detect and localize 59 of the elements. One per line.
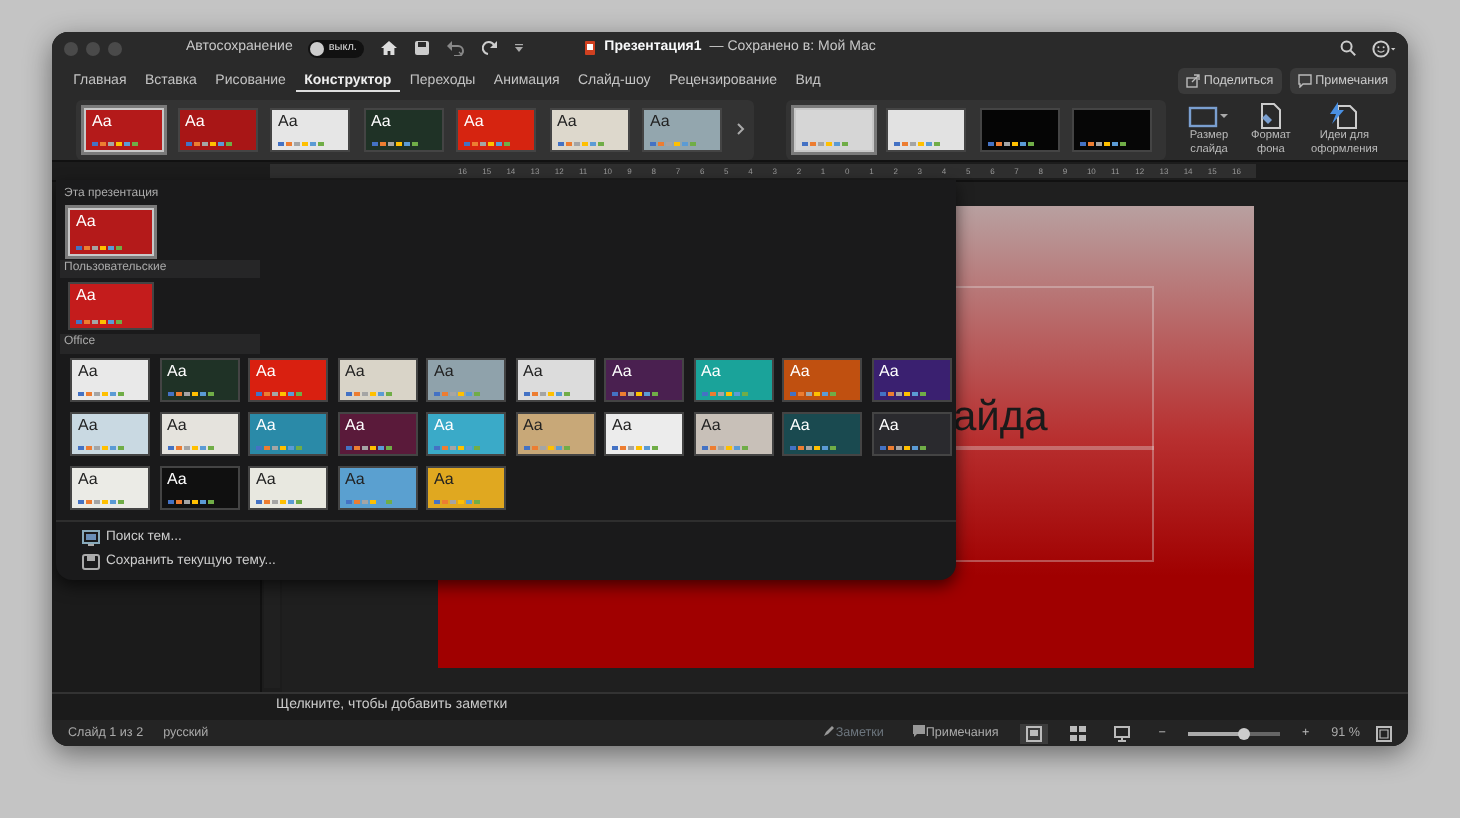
theme-thumbnail[interactable]: Aa: [270, 107, 350, 151]
theme-thumbnail[interactable]: Aa: [693, 411, 773, 456]
caret-icon[interactable]: [514, 43, 525, 53]
theme-thumbnail[interactable]: Aa: [68, 282, 154, 331]
theme-thumbnail[interactable]: Aa: [782, 357, 862, 402]
slide-size-icon: [1187, 102, 1231, 131]
theme-thumbnail[interactable]: Aa: [84, 107, 164, 151]
theme-thumbnail[interactable]: Aa: [159, 411, 239, 456]
smiley-icon[interactable]: [1372, 39, 1396, 57]
redo-icon[interactable]: [482, 40, 499, 56]
undo-icon[interactable]: [446, 40, 467, 56]
browse-themes-icon: [82, 529, 100, 546]
format-background-icon: [1256, 102, 1285, 131]
theme-thumbnail[interactable]: Aa: [871, 411, 951, 456]
home-icon[interactable]: [380, 40, 399, 56]
theme-thumbnail[interactable]: Aa: [871, 357, 951, 402]
theme-thumbnail[interactable]: Aa: [68, 208, 154, 257]
theme-thumbnail[interactable]: Aa: [70, 411, 150, 456]
comment-icon: [1297, 74, 1312, 88]
theme-thumbnail[interactable]: Aa: [337, 357, 417, 402]
theme-thumbnail[interactable]: Aa: [248, 357, 328, 402]
view-button[interactable]: [1020, 723, 1049, 743]
theme-thumbnail[interactable]: Aa: [604, 411, 684, 456]
theme-thumbnail[interactable]: Aa: [426, 357, 506, 402]
normal-view-icon: [1026, 725, 1043, 741]
save-icon: [82, 553, 100, 570]
grid-view-icon: [1070, 725, 1087, 741]
theme-thumbnail[interactable]: Aa: [177, 107, 257, 151]
theme-thumbnail[interactable]: Aa: [248, 465, 328, 510]
theme-thumbnail[interactable]: Aa: [248, 411, 328, 456]
lightning-document-icon: [1328, 102, 1361, 131]
theme-thumbnail[interactable]: Aa: [604, 357, 684, 402]
slide-title: айда: [953, 396, 1048, 438]
theme-thumbnail[interactable]: Aa: [426, 465, 506, 510]
presentation-icon: [1114, 725, 1131, 741]
theme-thumbnail[interactable]: Aa: [337, 465, 417, 510]
variant-thumbnail[interactable]: [1072, 107, 1152, 151]
variant-thumbnail[interactable]: [886, 107, 966, 151]
variant-thumbnail[interactable]: [979, 107, 1059, 151]
search-icon[interactable]: [1340, 40, 1356, 56]
theme-thumbnail[interactable]: Aa: [642, 107, 722, 151]
theme-thumbnail[interactable]: Aa: [337, 411, 417, 456]
theme-thumbnail[interactable]: Aa: [159, 465, 239, 510]
fit-to-window-icon[interactable]: [1376, 725, 1392, 741]
theme-thumbnail[interactable]: Aa: [515, 411, 595, 456]
theme-thumbnail[interactable]: Aa: [70, 465, 150, 510]
save-icon[interactable]: [414, 40, 431, 56]
comment-icon: [911, 723, 926, 738]
theme-thumbnail[interactable]: Aa: [456, 107, 536, 151]
theme-thumbnail[interactable]: Aa: [159, 357, 239, 402]
theme-thumbnail[interactable]: Aa: [549, 107, 629, 151]
share-icon: [1185, 74, 1200, 88]
theme-thumbnail[interactable]: Aa: [515, 357, 595, 402]
chevron-right-icon[interactable]: [735, 122, 745, 136]
theme-thumbnail[interactable]: Aa: [70, 357, 150, 402]
theme-thumbnail[interactable]: Aa: [782, 411, 862, 456]
zoom-slider-thumb[interactable]: [1237, 727, 1250, 739]
theme-thumbnail[interactable]: Aa: [363, 107, 443, 151]
document-icon: [584, 40, 597, 56]
